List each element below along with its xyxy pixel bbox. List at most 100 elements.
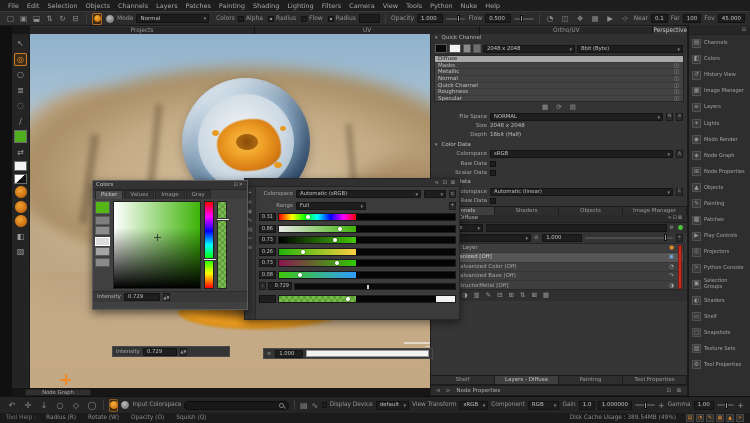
palette-rail-item[interactable]: ◉ Modo Render: [689, 132, 750, 148]
paint-layer-icon[interactable]: ✎: [486, 291, 491, 299]
clone-tool[interactable]: ▧: [14, 245, 27, 258]
channel-size-dropdown[interactable]: 2048 x 2048: [483, 45, 575, 53]
palette-rail-item[interactable]: ▣ Selection Groups: [689, 276, 750, 292]
palette-rail-item[interactable]: ▢ Snapshots: [689, 325, 750, 341]
range-options-button[interactable]: ▾: [449, 202, 456, 210]
history-swatch[interactable]: [95, 247, 110, 256]
grid-icon[interactable]: ▤: [247, 227, 252, 233]
opacity-slider[interactable]: [446, 18, 466, 20]
wave-icon[interactable]: ≈: [248, 236, 253, 242]
menu-item[interactable]: Nuke: [461, 2, 478, 10]
menu-item[interactable]: Layers: [156, 2, 178, 10]
palette-rail-item[interactable]: ▶ Play Controls: [689, 228, 750, 244]
menu-item[interactable]: Help: [485, 2, 500, 10]
viewport-tab[interactable]: Perspective: [653, 26, 688, 34]
wireframe-icon[interactable]: ▦: [590, 13, 601, 24]
channel-value-field[interactable]: 0.08: [259, 271, 276, 279]
close-icon[interactable]: ⊠: [451, 180, 456, 186]
lighting-icon[interactable]: ◔: [545, 13, 556, 24]
Galvanized [Off][interactable]: ● Galvanized [Off] ▣: [435, 253, 683, 262]
paint-status-icon[interactable]: ✎: [706, 414, 714, 422]
memory-status-icon[interactable]: ▦: [716, 414, 724, 422]
layers-search-input[interactable]: [486, 224, 667, 232]
channel-slider[interactable]: [278, 259, 456, 267]
palette-rail-item[interactable]: ⊞ Node Properties: [689, 164, 750, 180]
palette-rail-item[interactable]: ◐ Shaders: [689, 293, 750, 309]
move-icon[interactable]: ✛: [248, 200, 253, 206]
mask-data-section[interactable]: ▾Mask Data: [431, 178, 687, 187]
value-slider[interactable]: [294, 283, 456, 290]
mask-colorspace-dropdown[interactable]: Automatic (linear): [490, 188, 673, 196]
panel-tab[interactable]: Layers - Diffuse: [495, 376, 559, 384]
colors-tab[interactable]: Gray: [186, 190, 211, 199]
pencil-icon[interactable]: ✎: [248, 218, 253, 224]
colors-tab[interactable]: Picker: [95, 190, 123, 199]
menu-item[interactable]: Python: [430, 2, 453, 10]
active-brush-icon[interactable]: [109, 399, 118, 412]
channel-value-field[interactable]: 0.31: [259, 213, 276, 221]
eraser-mode-icon[interactable]: [105, 13, 114, 24]
Paint Layer[interactable]: Paint Layer ●: [435, 244, 683, 253]
gamma-field[interactable]: 1.00: [694, 401, 714, 410]
colors-tab[interactable]: Image: [155, 190, 184, 199]
sync-channel-icon[interactable]: ⟳: [556, 103, 561, 111]
channel-colorspace-dropdown[interactable]: sRGB: [490, 150, 673, 158]
drop-icon[interactable]: ↓: [38, 399, 50, 411]
history-swatch[interactable]: [95, 237, 110, 246]
palette-rail-item[interactable]: ☀ Lights: [689, 115, 750, 131]
option-checkbox[interactable]: Flow: [301, 15, 323, 22]
select-tool[interactable]: ↖: [14, 37, 27, 50]
menu-item[interactable]: View: [383, 2, 398, 10]
close-icon[interactable]: ⊠: [677, 388, 682, 394]
close-icon[interactable]: ✕: [239, 182, 244, 188]
gain-field[interactable]: 1.000000: [598, 401, 632, 410]
alpha-strip[interactable]: [217, 201, 227, 289]
gamma-slider[interactable]: [717, 404, 735, 406]
palette-rail-item[interactable]: ◧ Colors: [689, 51, 750, 67]
rail-header[interactable]: ⊟: [689, 25, 750, 35]
color-data-section[interactable]: ▾Color Data: [431, 140, 687, 149]
component-dropdown[interactable]: RGB: [528, 401, 560, 410]
channel-value-field[interactable]: 0.86: [259, 225, 276, 233]
history-swatch[interactable]: [95, 258, 110, 267]
history-swatch[interactable]: [95, 226, 110, 235]
lock-icon[interactable]: ⊘: [534, 235, 539, 241]
option-checkbox[interactable]: Radius: [328, 15, 356, 22]
view-transform-dropdown[interactable]: sRGB: [459, 401, 488, 410]
back-icon[interactable]: ⊲: [436, 388, 441, 394]
channel-value-field[interactable]: 0.26: [259, 248, 276, 256]
smudge-tool[interactable]: ◧: [14, 230, 27, 243]
layer-amount-field[interactable]: 1.000: [542, 234, 582, 242]
panel-tab[interactable]: Tool Properties: [623, 376, 687, 384]
close-icon[interactable]: ⊠: [678, 215, 683, 221]
file-space-button-2[interactable]: ≡: [676, 113, 683, 121]
colors-palette-titlebar[interactable]: Colors ⊡ ✕: [93, 181, 247, 190]
palette-rail-item[interactable]: ▭ Shelf: [689, 309, 750, 325]
paint-mode-dropdown[interactable]: Normal: [136, 14, 209, 23]
option-checkbox[interactable]: Radius: [268, 15, 296, 22]
paint-tool[interactable]: ◎: [14, 53, 27, 66]
merge-icon[interactable]: ⊟: [497, 291, 502, 299]
sliders-palette-header[interactable]: ⊲ ⊡ ⊠: [245, 179, 459, 187]
viewport-tab[interactable]: Ortho/UV: [480, 26, 653, 34]
channel-slider[interactable]: [278, 225, 456, 233]
scalar-data-checkbox[interactable]: [490, 170, 496, 176]
palette-rail-item[interactable]: ≡ Layers: [689, 99, 750, 115]
menu-item[interactable]: Channels: [118, 2, 148, 10]
mask-raw-data-checkbox[interactable]: [490, 198, 496, 204]
panel-tab[interactable]: Image Manager: [623, 207, 687, 215]
lut-checkbox[interactable]: [322, 402, 327, 408]
layers-panel-header[interactable]: Layers - Diffuse ⊲ ⊡ ⊠: [431, 215, 687, 223]
channel-depth-dropdown[interactable]: 8bit (Byte): [577, 45, 683, 53]
colorspace-auto-button[interactable]: A: [676, 150, 683, 158]
menu-item[interactable]: Tools: [406, 2, 422, 10]
palette-rail-item[interactable]: ✎ Painting: [689, 196, 750, 212]
file-space-dropdown[interactable]: NORMAL: [490, 113, 663, 121]
Masks[interactable]: Masks ◫: [435, 63, 683, 70]
color-managed-icon[interactable]: ▤: [300, 399, 308, 411]
pin-icon[interactable]: ⊡: [667, 388, 672, 394]
remove-channel-icon[interactable]: ▤: [570, 103, 576, 111]
palette-rail-item[interactable]: ⚙ Tool Properties: [689, 357, 750, 373]
channel-slider[interactable]: [278, 248, 456, 256]
add-adjustment-icon[interactable]: ◑: [462, 291, 468, 299]
